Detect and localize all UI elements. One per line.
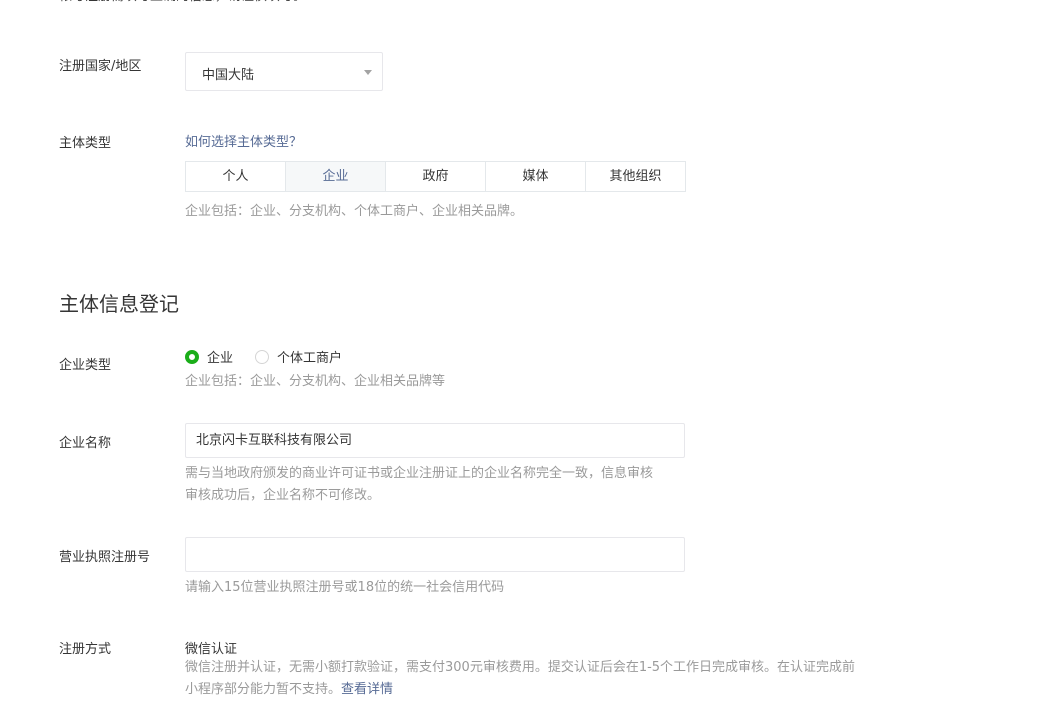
view-details-link[interactable]: 查看详情 — [341, 682, 393, 697]
tab-government[interactable]: 政府 — [385, 161, 486, 192]
register-method-tip-line2: 小程序部分能力暂不支持。 — [185, 682, 342, 697]
license-number-tip: 请输入15位营业执照注册号或18位的统一社会信用代码 — [185, 580, 505, 595]
entity-type-tip: 企业包括：企业、分支机构、个体工商户、企业相关品牌。 — [185, 204, 524, 219]
radio-individual-label: 个体工商户 — [277, 351, 343, 366]
register-method-label: 注册方式 — [59, 642, 112, 657]
tab-other-org[interactable]: 其他组织 — [585, 161, 686, 192]
top-cut-text: 帐号注册需填写正确的信息，请谨慎填写。 — [59, 0, 306, 8]
radio-enterprise-label: 企业 — [207, 351, 234, 366]
radio-checked-icon — [185, 349, 199, 364]
register-method-value: 微信认证 — [185, 642, 238, 657]
country-label: 注册国家/地区 — [59, 59, 142, 74]
tab-media[interactable]: 媒体 — [485, 161, 586, 192]
company-type-label: 企业类型 — [59, 358, 112, 373]
license-number-input[interactable] — [185, 537, 685, 572]
company-type-radio-individual[interactable]: 个体工商户 — [255, 347, 342, 366]
license-number-label: 营业执照注册号 — [59, 550, 151, 565]
radio-unchecked-icon — [255, 349, 269, 364]
tab-enterprise[interactable]: 企业 — [285, 161, 386, 192]
section-title: 主体信息登记 — [59, 292, 179, 316]
register-method-tip-line1: 微信注册并认证，无需小额打款验证，需支付300元审核费用。提交认证后会在1-5个… — [185, 660, 856, 675]
entity-type-label: 主体类型 — [59, 136, 112, 151]
company-name-input[interactable]: 北京闪卡互联科技有限公司 — [185, 423, 685, 458]
country-select[interactable]: 中国大陆 — [185, 52, 383, 91]
tab-personal[interactable]: 个人 — [185, 161, 286, 192]
register-method-tip-line2-wrap: 小程序部分能力暂不支持。查看详情 — [185, 679, 393, 701]
entity-type-tabs: 个人 企业 政府 媒体 其他组织 — [185, 161, 686, 192]
entity-type-help-link[interactable]: 如何选择主体类型？ — [185, 131, 302, 150]
company-name-tip-line1: 需与当地政府颁发的商业许可证书或企业注册证上的企业名称完全一致，信息审核 — [185, 466, 654, 481]
company-name-label: 企业名称 — [59, 436, 112, 451]
company-name-tip-line2: 审核成功后，企业名称不可修改。 — [185, 488, 381, 503]
country-select-value: 中国大陆 — [202, 68, 255, 83]
company-type-tip: 企业包括：企业、分支机构、企业相关品牌等 — [185, 374, 446, 389]
company-type-radio-enterprise[interactable]: 企业 — [185, 347, 233, 366]
chevron-down-icon — [364, 70, 372, 75]
